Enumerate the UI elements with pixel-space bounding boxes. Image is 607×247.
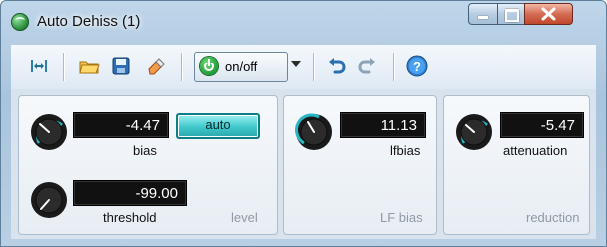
maximize-button[interactable] bbox=[497, 3, 525, 25]
titlebar[interactable]: Auto Dehiss (1) bbox=[1, 1, 606, 41]
level-section-label: level bbox=[231, 210, 258, 225]
window: Auto Dehiss (1) on/off ? -4.47 bias auto… bbox=[0, 0, 607, 247]
close-icon bbox=[541, 7, 556, 21]
attenuation-knob[interactable] bbox=[454, 112, 494, 152]
undo-icon bbox=[329, 58, 346, 74]
toolbar-separator bbox=[63, 53, 64, 81]
threshold-knob[interactable] bbox=[29, 180, 69, 220]
minimize-button[interactable] bbox=[468, 3, 498, 25]
reduction-section-label: reduction bbox=[526, 210, 580, 225]
redo-icon bbox=[358, 58, 375, 74]
threshold-value[interactable]: -99.00 bbox=[73, 180, 187, 206]
knob-dial-icon bbox=[31, 114, 67, 150]
bias-value[interactable]: -4.47 bbox=[73, 112, 169, 138]
onoff-label: on/off bbox=[225, 59, 258, 74]
eraser-icon bbox=[148, 58, 165, 75]
lfbias-section-label: LF bias bbox=[380, 210, 423, 225]
auto-button[interactable]: auto bbox=[176, 113, 260, 139]
bias-knob[interactable] bbox=[29, 112, 69, 152]
undo-button[interactable] bbox=[324, 54, 348, 78]
panel-lfbias: 11.13 lfbias LF bias bbox=[283, 95, 437, 235]
open-folder-icon bbox=[79, 61, 100, 74]
toolbar-separator bbox=[181, 53, 182, 81]
onoff-button[interactable]: on/off bbox=[194, 52, 288, 82]
panel-level: -4.47 bias auto -99.00 threshold level bbox=[18, 95, 278, 235]
help-button[interactable]: ? bbox=[405, 54, 429, 78]
help-icon: ? bbox=[406, 55, 428, 77]
save-icon bbox=[112, 57, 130, 75]
close-button[interactable] bbox=[524, 3, 573, 25]
panel-reduction: -5.47 attenuation reduction bbox=[443, 95, 590, 235]
plugin-content: -4.47 bias auto -99.00 threshold level 1… bbox=[11, 89, 596, 239]
threshold-label: threshold bbox=[103, 210, 157, 225]
toolbar-separator bbox=[393, 53, 394, 81]
redo-button[interactable] bbox=[356, 54, 380, 78]
knob-dial-icon bbox=[31, 182, 67, 218]
attenuation-label: attenuation bbox=[503, 143, 568, 158]
maximize-icon bbox=[505, 9, 519, 22]
svg-text:?: ? bbox=[413, 59, 421, 74]
lfbias-knob[interactable] bbox=[294, 112, 334, 152]
app-icon bbox=[11, 13, 29, 31]
minimize-icon bbox=[478, 16, 488, 19]
chevron-down-icon[interactable] bbox=[291, 61, 301, 67]
open-button[interactable] bbox=[77, 54, 101, 78]
knob-dial-icon bbox=[294, 113, 332, 150]
attenuation-value[interactable]: -5.47 bbox=[500, 112, 584, 138]
pin-icon bbox=[31, 60, 47, 72]
lfbias-label: lfbias bbox=[390, 143, 421, 158]
erase-button[interactable] bbox=[143, 54, 167, 78]
window-title: Auto Dehiss (1) bbox=[37, 13, 141, 30]
lfbias-value[interactable]: 11.13 bbox=[340, 112, 426, 138]
toolbar: on/off ? bbox=[11, 45, 596, 90]
power-icon bbox=[200, 57, 218, 75]
pin-button[interactable] bbox=[27, 54, 51, 78]
knob-dial-icon bbox=[456, 114, 492, 150]
save-button[interactable] bbox=[109, 54, 133, 78]
bias-label: bias bbox=[133, 143, 157, 158]
toolbar-separator bbox=[313, 53, 314, 81]
